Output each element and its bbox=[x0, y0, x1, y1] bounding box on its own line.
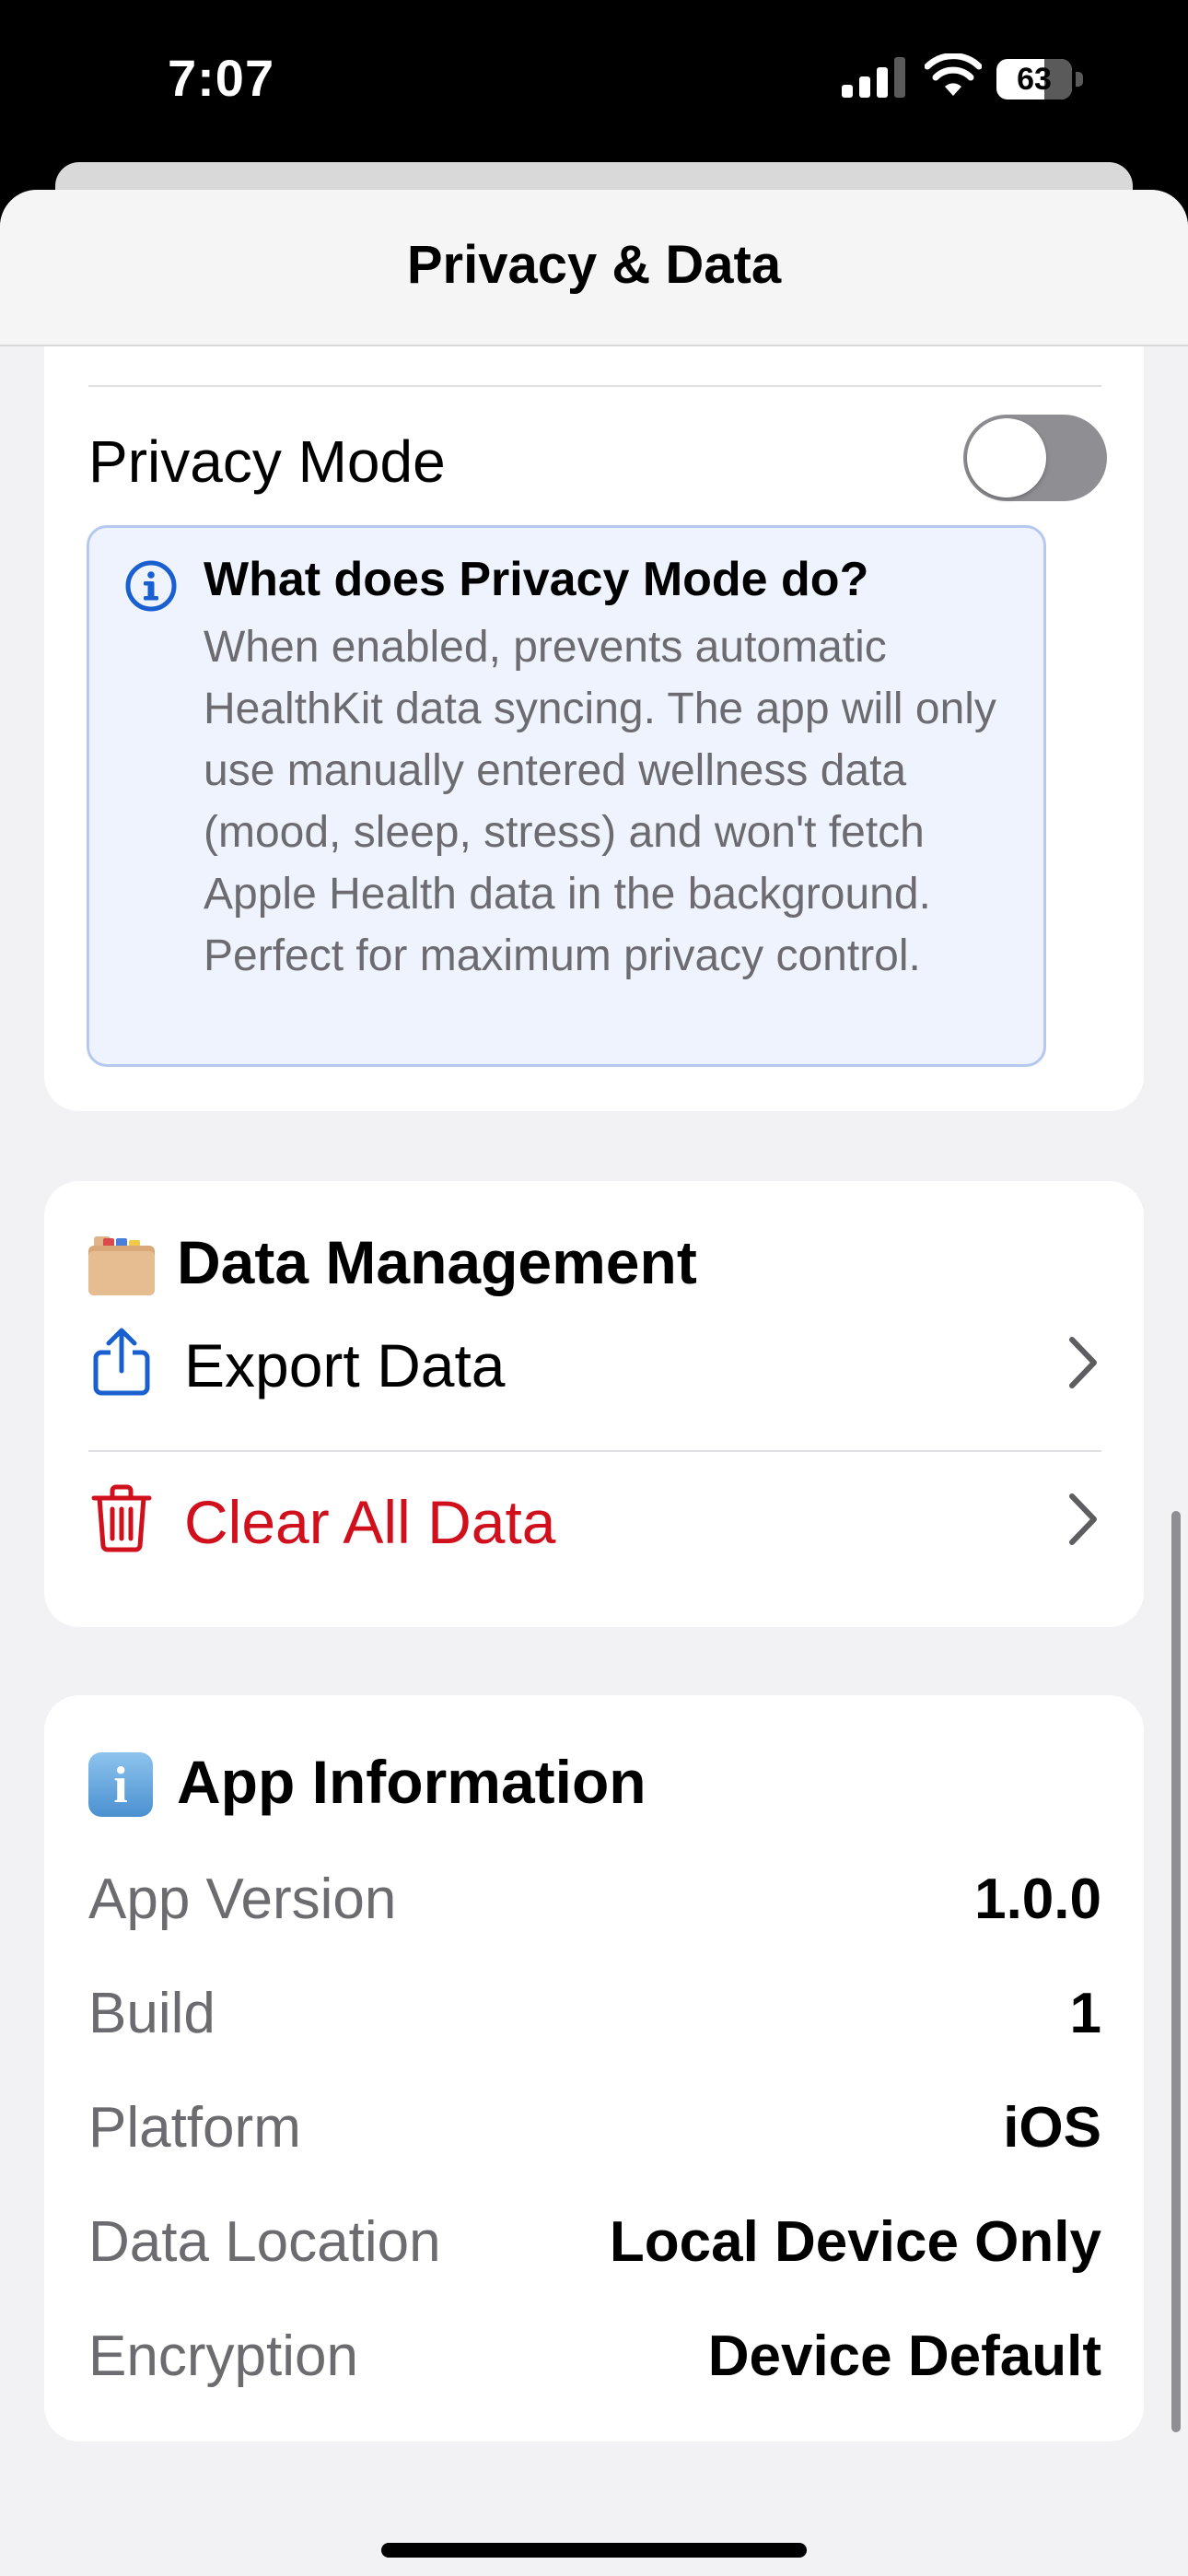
battery-level: 63 bbox=[1017, 62, 1052, 97]
share-icon bbox=[93, 1328, 150, 1396]
info-emoji-icon: i bbox=[88, 1752, 153, 1817]
clear-all-data-label: Clear All Data bbox=[184, 1488, 556, 1556]
export-data-label: Export Data bbox=[184, 1331, 506, 1399]
info-row-data-location: Data Location Local Device Only bbox=[88, 2209, 1101, 2283]
info-label: Build bbox=[88, 1982, 215, 2045]
battery-body: 63 bbox=[996, 59, 1072, 100]
info-row-app-version: App Version 1.0.0 bbox=[88, 1867, 1101, 1940]
nav-bar: Privacy & Data bbox=[0, 190, 1188, 346]
home-indicator[interactable] bbox=[381, 2543, 807, 2558]
info-label: Data Location bbox=[88, 2210, 441, 2274]
info-row-build: Build 1 bbox=[88, 1981, 1101, 2055]
info-title: What does Privacy Mode do? bbox=[204, 553, 869, 606]
info-value: Device Default bbox=[707, 2324, 1101, 2388]
privacy-data-sheet: Privacy & Data Privacy Mode What does Pr… bbox=[0, 190, 1188, 2576]
app-information-card: i App Information App Version 1.0.0 Buil… bbox=[44, 1695, 1144, 2441]
data-management-title: Data Management bbox=[177, 1228, 697, 1296]
toggle-knob bbox=[967, 418, 1046, 498]
info-value: iOS bbox=[1003, 2096, 1101, 2160]
info-value: Local Device Only bbox=[609, 2210, 1101, 2274]
privacy-mode-toggle[interactable] bbox=[963, 415, 1107, 501]
signal-icon bbox=[842, 57, 905, 98]
info-row-encryption: Encryption Device Default bbox=[88, 2324, 1101, 2397]
info-value: 1 bbox=[1069, 1982, 1101, 2045]
clear-all-data-row[interactable]: Clear All Data bbox=[88, 1450, 1101, 1588]
info-body: When enabled, prevents automatic HealthK… bbox=[204, 623, 996, 980]
info-value: 1.0.0 bbox=[974, 1868, 1101, 1931]
privacy-mode-label: Privacy Mode bbox=[88, 428, 446, 495]
export-data-row[interactable]: Export Data bbox=[88, 1294, 1101, 1432]
page-title: Privacy & Data bbox=[406, 235, 782, 295]
info-label: Encryption bbox=[88, 2324, 358, 2388]
scrollbar[interactable] bbox=[1171, 1511, 1181, 2432]
chevron-right-icon bbox=[1069, 1337, 1097, 1388]
wifi-icon bbox=[925, 53, 982, 96]
battery-cap bbox=[1076, 72, 1083, 87]
app-information-title: App Information bbox=[177, 1748, 646, 1816]
status-bar: 7:07 63 bbox=[0, 0, 1188, 166]
trash-icon bbox=[91, 1484, 152, 1552]
data-management-card: Data Management Export Data Clear All Da… bbox=[44, 1181, 1144, 1627]
info-row-platform: Platform iOS bbox=[88, 2095, 1101, 2169]
privacy-mode-info-box: What does Privacy Mode do? When enabled,… bbox=[87, 525, 1046, 1067]
folder-icon bbox=[88, 1236, 155, 1295]
divider bbox=[88, 385, 1101, 387]
info-label: App Version bbox=[88, 1868, 397, 1931]
info-label: Platform bbox=[88, 2096, 301, 2160]
chevron-right-icon bbox=[1069, 1493, 1097, 1545]
battery-icon: 63 bbox=[996, 59, 1085, 100]
status-time: 7:07 bbox=[168, 49, 275, 107]
info-circle-icon bbox=[125, 560, 177, 612]
